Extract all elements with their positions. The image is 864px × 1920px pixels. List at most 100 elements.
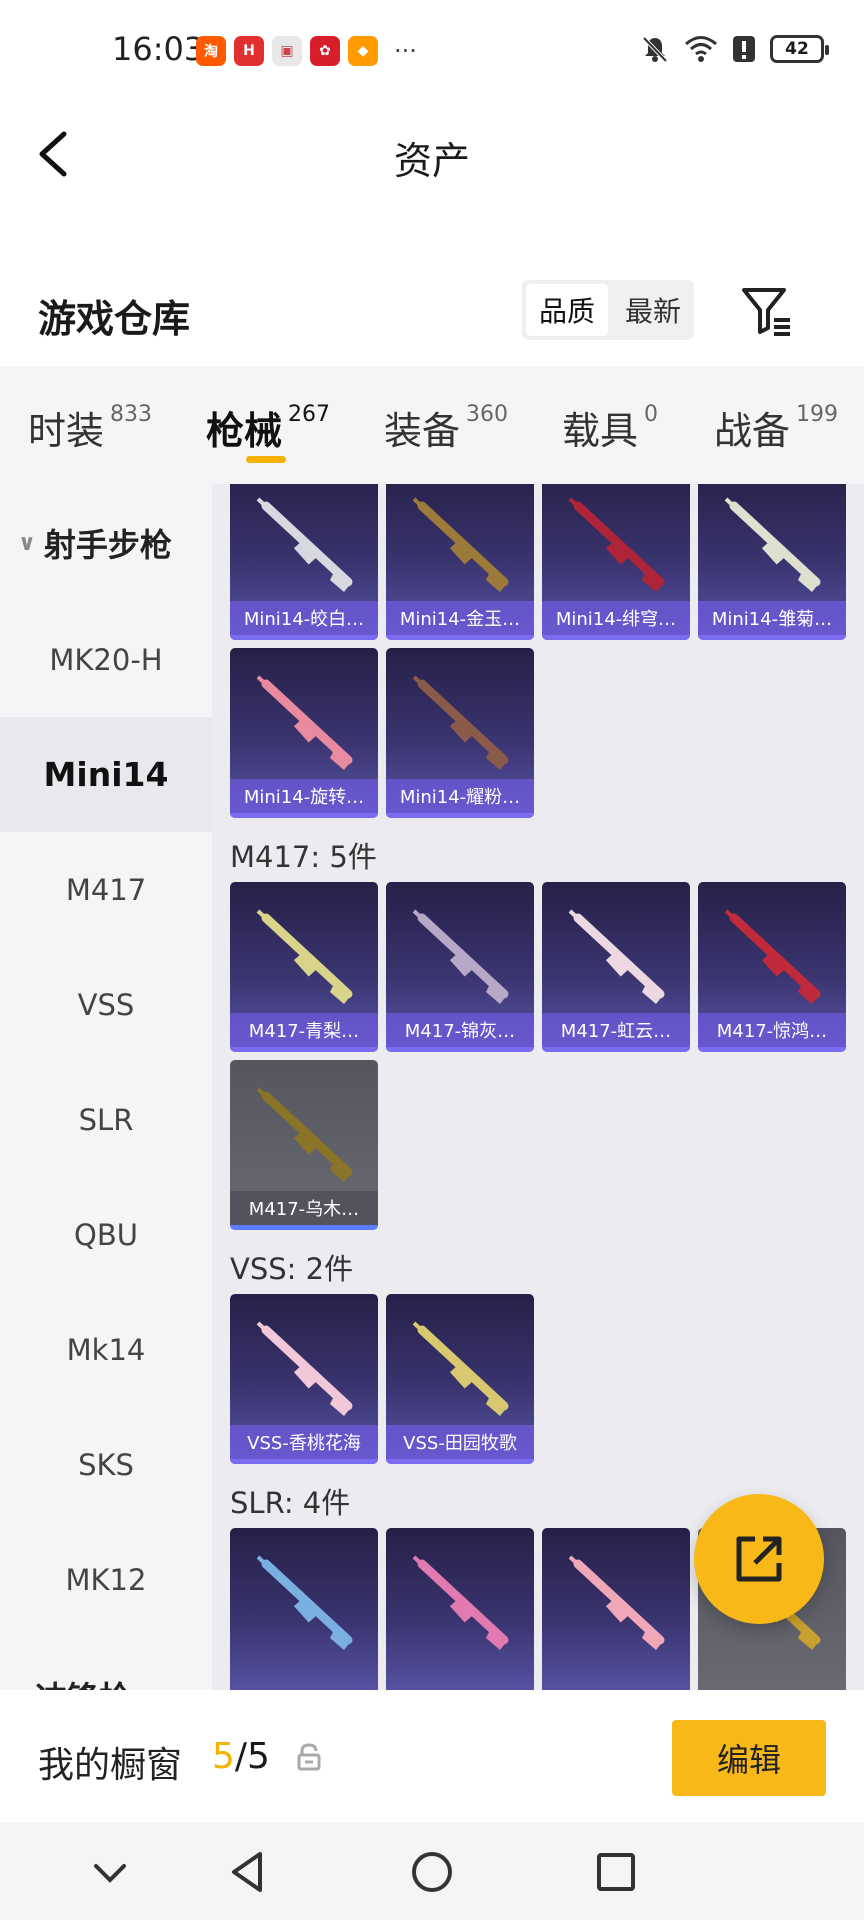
weapon-card[interactable]: M417-乌木…	[230, 1060, 378, 1230]
weapon-card[interactable]	[386, 1528, 534, 1690]
rarity-bar	[386, 1459, 534, 1464]
rifle-icon	[568, 497, 665, 592]
system-back-icon[interactable]	[226, 1850, 270, 1894]
sidebar-item-mini14[interactable]: Mini14	[0, 717, 212, 832]
home-icon[interactable]	[410, 1850, 454, 1894]
warehouse-title: 游戏仓库	[38, 297, 191, 341]
rifle-icon	[412, 497, 509, 592]
weapon-card[interactable]: VSS-田园牧歌	[386, 1294, 534, 1464]
weapon-card-label: VSS-田园牧歌	[386, 1425, 534, 1459]
rifle-icon	[568, 909, 665, 1004]
rifle-icon	[256, 909, 353, 1004]
sidebar-item-m417[interactable]: M417	[0, 832, 212, 947]
sidebar-item-mk14[interactable]: Mk14	[0, 1292, 212, 1407]
tab-count: 0	[644, 402, 659, 427]
status-indicators: 42	[640, 34, 829, 64]
edit-button[interactable]: 编辑	[672, 1720, 826, 1796]
sidebar-group-smg[interactable]: › 冲锋枪	[0, 1637, 212, 1690]
weapon-card[interactable]: Mini14-绯穹…	[542, 484, 690, 640]
weapon-card[interactable]: M417-惊鸿…	[698, 882, 846, 1052]
weapon-card[interactable]: Mini14-耀粉…	[386, 648, 534, 818]
sidebar-item-mk12[interactable]: MK12	[0, 1522, 212, 1637]
rifle-icon	[256, 675, 353, 770]
rifle-icon	[256, 1321, 353, 1416]
recents-icon[interactable]	[594, 1850, 638, 1894]
weapon-card[interactable]: Mini14-皎白…	[230, 484, 378, 640]
tab-firearms[interactable]: 枪械 267	[206, 400, 330, 455]
sidebar-item-slr[interactable]: SLR	[0, 1062, 212, 1177]
weapon-card[interactable]: VSS-香桃花海	[230, 1294, 378, 1464]
rifle-icon	[256, 1087, 353, 1182]
tab-label: 装备	[384, 409, 461, 453]
warehouse-header: 游戏仓库 品质 最新	[0, 268, 864, 358]
weapon-card[interactable]: Mini14-金玉…	[386, 484, 534, 640]
weapon-card-label: Mini14-绯穹…	[542, 601, 690, 635]
section-title: VSS: 2件	[230, 1252, 354, 1286]
weapon-card-label: Mini14-耀粉…	[386, 779, 534, 813]
tab-label: 枪械	[206, 409, 283, 453]
rifle-icon	[412, 909, 509, 1004]
rarity-bar	[542, 1047, 690, 1052]
category-tabs: 时装 833 枪械 267 装备 360 载具 0 战备 199	[0, 366, 864, 484]
weapon-card[interactable]	[542, 1528, 690, 1690]
sidebar-group-label: 冲锋枪	[35, 1673, 131, 1690]
weapon-card[interactable]	[230, 1528, 378, 1690]
rifle-icon	[724, 909, 821, 1004]
weapon-card-label: Mini14-旋转…	[230, 779, 378, 813]
tab-count: 833	[110, 402, 153, 427]
weapon-card-label: M417-虹云…	[542, 1013, 690, 1047]
status-more-icon: ···	[394, 37, 417, 65]
sort-newest-option[interactable]: 最新	[612, 280, 694, 340]
sort-toggle: 品质 最新	[522, 280, 694, 340]
showcase-count: 5/5	[212, 1736, 270, 1777]
weapon-card[interactable]: M417-青梨…	[230, 882, 378, 1052]
status-bar: 16:03 淘 H ▣ ✿ ◆ ··· 42	[0, 0, 864, 104]
huawei-app-icon: H	[234, 36, 264, 66]
tab-count: 360	[466, 402, 509, 427]
battery-indicator: 42	[770, 35, 829, 63]
sidebar-item-sks[interactable]: SKS	[0, 1407, 212, 1522]
orange-app-icon: ◆	[348, 36, 378, 66]
sidebar-group-marksman[interactable]: ∨ 射手步枪	[0, 484, 212, 602]
sort-quality-option[interactable]: 品质	[526, 284, 608, 336]
rifle-icon	[724, 497, 821, 592]
tab-costume[interactable]: 时装 833	[28, 400, 152, 455]
rarity-bar	[230, 1225, 378, 1230]
status-app-icons: 淘 H ▣ ✿ ◆ ···	[196, 36, 417, 66]
weapon-card-label: M417-锦灰…	[386, 1013, 534, 1047]
filter-icon[interactable]	[738, 282, 794, 338]
weapon-card[interactable]: Mini14-旋转…	[230, 648, 378, 818]
rarity-bar	[386, 1047, 534, 1052]
tab-vehicles[interactable]: 载具 0	[562, 400, 658, 455]
collapse-icon[interactable]	[88, 1850, 132, 1894]
tab-supplies[interactable]: 战备 199	[714, 400, 838, 455]
weapon-card-label: M417-惊鸿…	[698, 1013, 846, 1047]
showcase-total: 5	[247, 1736, 270, 1777]
section-title: M417: 5件	[230, 840, 377, 874]
showcase-current: 5	[212, 1736, 235, 1777]
weapon-card-label: M417-乌木…	[230, 1191, 378, 1225]
rarity-bar	[230, 813, 378, 818]
sidebar-item-qbu[interactable]: QBU	[0, 1177, 212, 1292]
showcase-title: 我的橱窗	[38, 1745, 183, 1786]
weapon-card-label: Mini14-雏菊…	[698, 601, 846, 635]
rifle-icon	[412, 1555, 509, 1650]
share-fab-button[interactable]	[694, 1494, 824, 1624]
weapon-card[interactable]: M417-锦灰…	[386, 882, 534, 1052]
sidebar-item-mk20h[interactable]: MK20-H	[0, 602, 212, 717]
showcase-bar: 我的橱窗 5/5 编辑	[0, 1690, 864, 1822]
weapon-card[interactable]: Mini14-雏菊…	[698, 484, 846, 640]
tab-equipment[interactable]: 装备 360	[384, 400, 508, 455]
rifle-icon	[412, 1321, 509, 1416]
rarity-bar	[542, 635, 690, 640]
mute-bell-icon	[642, 36, 668, 63]
lock-icon	[297, 1743, 321, 1771]
wifi-icon	[685, 36, 717, 62]
chevron-down-icon: ∨	[18, 530, 36, 556]
rarity-bar	[230, 1047, 378, 1052]
weapon-sidebar: ∨ 射手步枪 MK20-H Mini14 M417 VSS SLR QBU Mk…	[0, 484, 212, 1690]
system-navigation-bar	[0, 1822, 864, 1920]
sidebar-item-vss[interactable]: VSS	[0, 947, 212, 1062]
taobao-app-icon: 淘	[196, 36, 226, 66]
weapon-card[interactable]: M417-虹云…	[542, 882, 690, 1052]
